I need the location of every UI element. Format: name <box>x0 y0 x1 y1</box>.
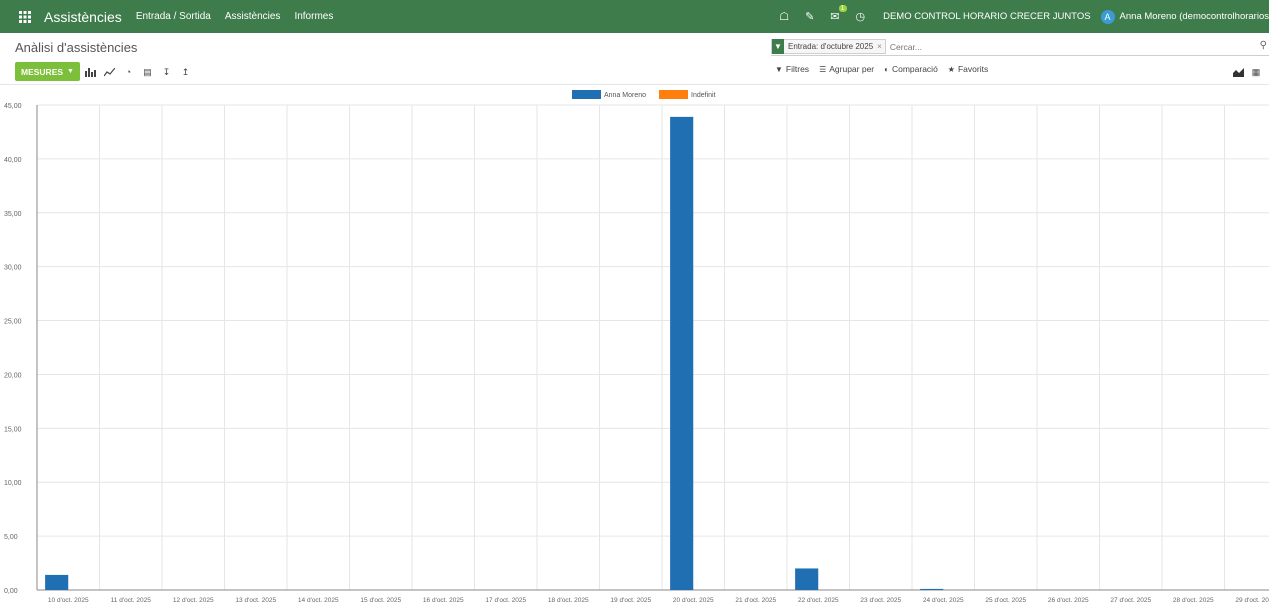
y-tick-label: 0,00 <box>4 588 18 595</box>
x-tick-label: 14 d'oct. 2025 <box>298 597 339 604</box>
app-title[interactable]: Assistències <box>44 9 122 25</box>
x-tick-label: 20 d'oct. 2025 <box>673 597 714 604</box>
pencil-icon[interactable]: ✎ <box>805 10 814 23</box>
bar-anna-moreno[interactable] <box>45 574 69 590</box>
y-tick-label: 40,00 <box>4 157 22 164</box>
stacked-icon[interactable]: ▤ <box>139 64 156 80</box>
user-name: Anna Moreno (democontrolhorarios <box>1119 11 1269 22</box>
y-tick-label: 15,00 <box>4 426 22 433</box>
x-tick-label: 17 d'oct. 2025 <box>485 597 526 604</box>
filters-label: Filtres <box>785 64 810 74</box>
facet-remove-icon[interactable]: × <box>877 42 885 51</box>
app-switcher-icon[interactable] <box>10 0 40 33</box>
x-tick-label: 29 d'oct. 2025 <box>1235 597 1269 604</box>
menu-informes[interactable]: Informes <box>294 11 333 22</box>
comparison-button[interactable]: ◐ Comparació <box>884 64 938 74</box>
menu-entrada-sortida[interactable]: Entrada / Sortida <box>136 11 211 22</box>
measures-label: MESURES <box>21 66 64 77</box>
line-chart-icon[interactable] <box>101 64 118 80</box>
x-tick-label: 24 d'oct. 2025 <box>923 597 964 604</box>
comparison-label: Comparació <box>891 64 938 74</box>
groupby-label: Agrupar per <box>829 64 875 74</box>
control-panel: Anàlisi d'assistències ▼ Entrada: d'octu… <box>0 33 1269 85</box>
bar-chart: 0,00 5,00 10,00 15,00 20,00 25,00 30,00 35,00 40… <box>4 90 1269 604</box>
legend-label[interactable]: Anna Moreno <box>604 92 646 99</box>
x-tick-label: 25 d'oct. 2025 <box>985 597 1026 604</box>
x-tick-label: 21 d'oct. 2025 <box>735 597 776 604</box>
user-menu[interactable]: A Anna Moreno (democontrolhorarios <box>1100 9 1269 24</box>
search-input[interactable] <box>889 41 1190 52</box>
x-tick-label: 15 d'oct. 2025 <box>360 597 401 604</box>
x-tick-label: 28 d'oct. 2025 <box>1173 597 1214 604</box>
y-tick-label: 45,00 <box>4 103 22 110</box>
filters-button[interactable]: ▼ Filtres <box>775 64 809 74</box>
x-tick-label: 18 d'oct. 2025 <box>548 597 589 604</box>
x-tick-label: 11 d'oct. 2025 <box>111 597 152 604</box>
view-switcher: ▦ <box>1229 64 1265 80</box>
caret-down-icon: ▼ <box>67 68 74 75</box>
favorites-label: Favorits <box>957 64 989 74</box>
breadcrumb: Anàlisi d'assistències <box>15 40 138 55</box>
y-tick-label: 25,00 <box>4 319 22 326</box>
layers-icon: ☰ <box>819 64 827 74</box>
y-tick-label: 20,00 <box>4 372 22 379</box>
search-facet[interactable]: ▼ Entrada: d'octubre 2025 × <box>771 39 886 54</box>
y-tick-label: 30,00 <box>4 265 22 272</box>
x-tick-label: 10 d'oct. 2025 <box>48 597 89 604</box>
graph-view-icon[interactable] <box>1229 64 1247 80</box>
x-tick-label: 19 d'oct. 2025 <box>610 597 651 604</box>
filter-icon: ▼ <box>772 39 784 54</box>
bar-chart-icon[interactable] <box>82 64 99 80</box>
y-tick-label: 5,00 <box>4 534 18 541</box>
x-tick-label: 13 d'oct. 2025 <box>235 597 276 604</box>
adjust-icon: ◐ <box>884 64 889 74</box>
y-tick-label: 35,00 <box>4 211 22 218</box>
x-tick-label: 23 d'oct. 2025 <box>860 597 901 604</box>
pivot-view-icon[interactable]: ▦ <box>1247 64 1265 80</box>
sort-ascending-icon[interactable]: ↥ <box>177 64 194 80</box>
facet-label: Entrada: d'octubre 2025 <box>788 42 874 51</box>
measures-button[interactable]: MESURES ▼ <box>15 62 80 81</box>
search-bar: ▼ Entrada: d'octubre 2025 × ⚲ <box>771 38 1269 56</box>
sort-descending-icon[interactable]: ↧ <box>158 64 175 80</box>
messages-badge: 1 <box>838 5 847 12</box>
bar-anna-moreno[interactable] <box>670 116 694 590</box>
top-navbar: Assistències Entrada / Sortida Assistènc… <box>0 0 1269 33</box>
x-tick-label: 16 d'oct. 2025 <box>423 597 464 604</box>
y-tick-label: 10,00 <box>4 480 22 487</box>
avatar: A <box>1100 9 1115 24</box>
pie-chart-icon[interactable]: ◔ <box>120 64 137 80</box>
search-icon[interactable]: ⚲ <box>1260 40 1267 51</box>
company-switcher[interactable]: DEMO CONTROL HORARIO CRECER JUNTOS <box>883 11 1090 22</box>
x-tick-label: 26 d'oct. 2025 <box>1048 597 1089 604</box>
groupby-button[interactable]: ☰ Agrupar per <box>819 64 874 74</box>
favorites-button[interactable]: ★ Favorits <box>948 64 988 74</box>
legend-label[interactable]: Indefinit <box>691 92 716 99</box>
x-tick-label: 12 d'oct. 2025 <box>173 597 214 604</box>
x-tick-label: 22 d'oct. 2025 <box>798 597 839 604</box>
clock-icon[interactable]: ◷ <box>856 10 866 23</box>
legend-swatch[interactable] <box>659 90 688 99</box>
home-icon[interactable]: ☖ <box>779 10 789 23</box>
menu-assistencies[interactable]: Assistències <box>225 11 281 22</box>
messages-icon[interactable]: ✉ 1 <box>830 5 847 23</box>
star-icon: ★ <box>947 64 955 74</box>
bar-anna-moreno[interactable] <box>920 588 944 590</box>
x-tick-label: 27 d'oct. 2025 <box>1110 597 1151 604</box>
filter-funnel-icon: ▼ <box>775 64 783 74</box>
graph-toolbar: ◔ ▤ ↧ ↥ <box>82 64 196 80</box>
bar-anna-moreno[interactable] <box>795 568 819 590</box>
search-options: ▼ Filtres ☰ Agrupar per ◐ Comparació ★ Favor… <box>775 64 998 74</box>
legend-swatch[interactable] <box>572 90 601 99</box>
